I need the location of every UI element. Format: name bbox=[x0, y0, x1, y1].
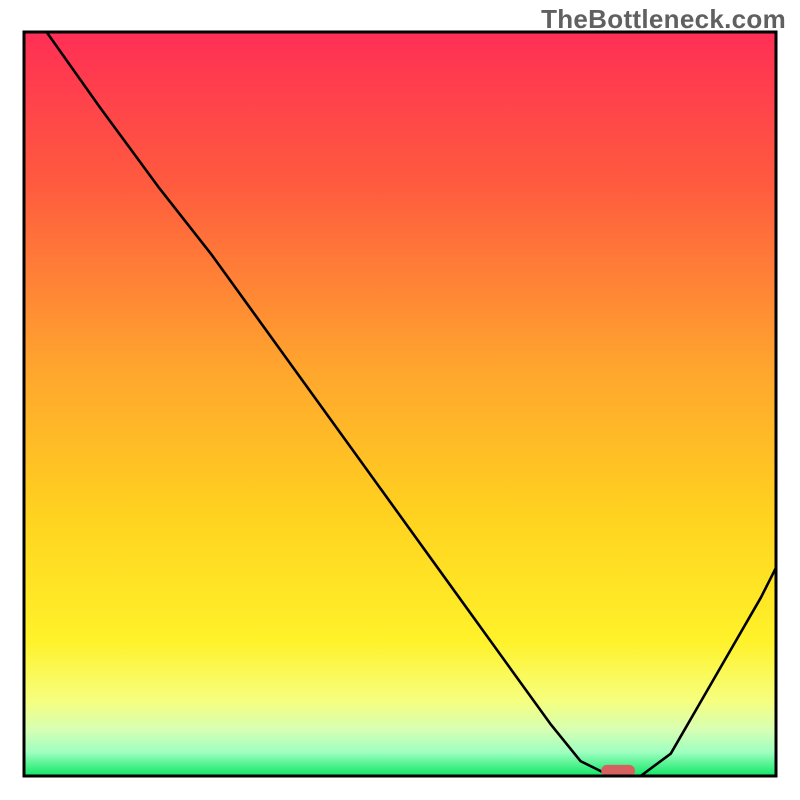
chart-container: TheBottleneck.com bbox=[0, 0, 800, 800]
bottleneck-chart bbox=[0, 0, 800, 800]
gradient-background bbox=[26, 34, 775, 775]
watermark-text: TheBottleneck.com bbox=[541, 4, 786, 35]
